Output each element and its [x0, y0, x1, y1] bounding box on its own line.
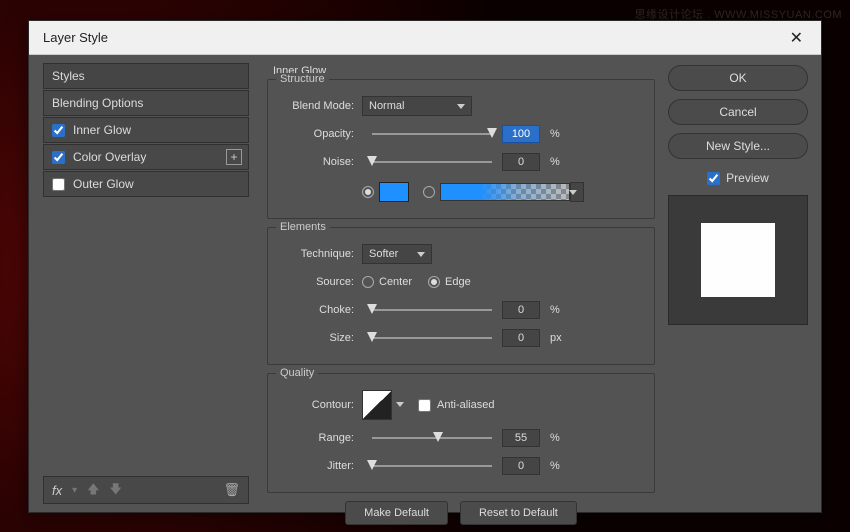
technique-label: Technique:	[282, 248, 362, 260]
main-panel: Inner Glow Structure Blend Mode: Normal …	[259, 55, 665, 512]
contour-label: Contour:	[282, 399, 362, 411]
contour-picker[interactable]	[362, 390, 392, 420]
anti-aliased-label: Anti-aliased	[437, 399, 494, 411]
quality-group: Quality Contour: Anti-aliased Range: % J…	[267, 373, 655, 493]
sidebar-item-color-overlay[interactable]: Color Overlay +	[43, 144, 249, 170]
move-up-icon[interactable]: 🡅	[87, 480, 99, 501]
range-input[interactable]	[502, 429, 540, 447]
trash-icon[interactable]: 🗑	[223, 482, 240, 498]
range-slider[interactable]	[372, 437, 492, 439]
opacity-slider[interactable]	[372, 133, 492, 135]
panel-title: Inner Glow	[273, 65, 655, 77]
source-label: Source:	[282, 276, 362, 288]
titlebar: Layer Style ✕	[29, 21, 821, 55]
noise-input[interactable]	[502, 153, 540, 171]
jitter-input[interactable]	[502, 457, 540, 475]
anti-aliased-checkbox[interactable]	[418, 399, 431, 412]
styles-sidebar: Styles Blending Options Inner Glow Color…	[29, 55, 259, 512]
gradient-dropdown[interactable]	[570, 182, 584, 202]
unit-percent: %	[550, 128, 568, 140]
elements-group: Elements Technique: Softer Source: Cente…	[267, 227, 655, 365]
gradient-swatch[interactable]	[440, 183, 570, 201]
structure-label: Structure	[276, 73, 329, 85]
add-effect-icon[interactable]: +	[226, 149, 242, 165]
jitter-slider[interactable]	[372, 465, 492, 467]
sidebar-blending-options[interactable]: Blending Options	[43, 90, 249, 116]
unit-percent: %	[550, 304, 568, 316]
opacity-input[interactable]	[502, 125, 540, 143]
size-input[interactable]	[502, 329, 540, 347]
gradient-radio[interactable]	[423, 186, 435, 198]
jitter-label: Jitter:	[282, 460, 362, 472]
unit-percent: %	[550, 460, 568, 472]
choke-slider[interactable]	[372, 309, 492, 311]
sidebar-item-label: Outer Glow	[73, 177, 134, 191]
range-label: Range:	[282, 432, 362, 444]
unit-percent: %	[550, 432, 568, 444]
solid-color-radio[interactable]	[362, 186, 374, 198]
dialog-title: Layer Style	[43, 30, 108, 45]
outer-glow-checkbox[interactable]	[52, 178, 65, 191]
size-label: Size:	[282, 332, 362, 344]
sidebar-item-label: Color Overlay	[73, 150, 146, 164]
make-default-button[interactable]: Make Default	[345, 501, 448, 525]
new-style-button[interactable]: New Style...	[668, 133, 808, 159]
ok-button[interactable]: OK	[668, 65, 808, 91]
unit-percent: %	[550, 156, 568, 168]
preview-box	[668, 195, 808, 325]
noise-slider[interactable]	[372, 161, 492, 163]
preview-label: Preview	[726, 171, 769, 185]
elements-label: Elements	[276, 221, 330, 233]
size-slider[interactable]	[372, 337, 492, 339]
sidebar-styles-header[interactable]: Styles	[43, 63, 249, 89]
edge-label: Edge	[445, 276, 471, 288]
right-column: OK Cancel New Style... Preview	[665, 55, 821, 512]
move-down-icon[interactable]: 🡇	[110, 480, 122, 501]
inner-glow-checkbox[interactable]	[52, 124, 65, 137]
choke-label: Choke:	[282, 304, 362, 316]
reset-default-button[interactable]: Reset to Default	[460, 501, 577, 525]
noise-label: Noise:	[282, 156, 362, 168]
opacity-label: Opacity:	[282, 128, 362, 140]
close-icon[interactable]: ✕	[782, 24, 811, 52]
cancel-button[interactable]: Cancel	[668, 99, 808, 125]
sidebar-item-inner-glow[interactable]: Inner Glow	[43, 117, 249, 143]
center-label: Center	[379, 276, 412, 288]
quality-label: Quality	[276, 367, 318, 379]
fx-menu-icon[interactable]: fx	[52, 483, 62, 498]
choke-input[interactable]	[502, 301, 540, 319]
source-edge-radio[interactable]	[428, 276, 440, 288]
technique-select[interactable]: Softer	[362, 244, 432, 264]
blend-mode-label: Blend Mode:	[282, 100, 362, 112]
layer-style-dialog: Layer Style ✕ Styles Blending Options In…	[28, 20, 822, 513]
sidebar-item-outer-glow[interactable]: Outer Glow	[43, 171, 249, 197]
structure-group: Structure Blend Mode: Normal Opacity: % …	[267, 79, 655, 219]
glow-color-swatch[interactable]	[379, 182, 409, 202]
color-overlay-checkbox[interactable]	[52, 151, 65, 164]
sidebar-item-label: Inner Glow	[73, 123, 131, 137]
preview-checkbox[interactable]	[707, 172, 720, 185]
sidebar-footer: fx ▾ 🡅 🡇 🗑	[43, 476, 249, 504]
blend-mode-select[interactable]: Normal	[362, 96, 472, 116]
preview-swatch	[701, 223, 775, 297]
unit-px: px	[550, 332, 568, 344]
source-center-radio[interactable]	[362, 276, 374, 288]
